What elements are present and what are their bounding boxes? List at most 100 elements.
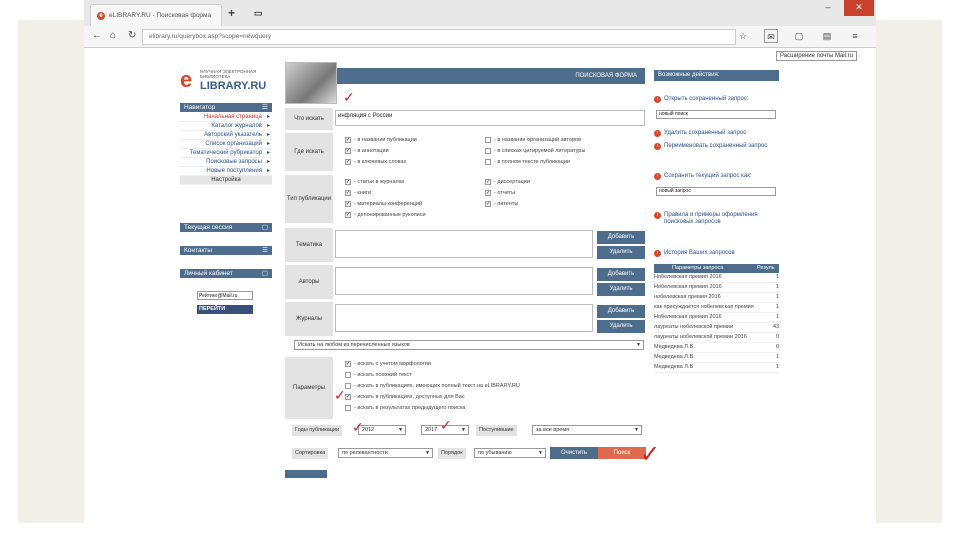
nav-item[interactable]: Настройка — [180, 176, 272, 185]
subject-delete-button[interactable]: Удалить — [597, 246, 645, 259]
rating-counter[interactable]: Рейтинг@Mail.ru — [197, 291, 253, 300]
checkbox-icon[interactable] — [485, 148, 491, 154]
bookmark-star-icon[interactable]: ☆ — [736, 29, 750, 43]
year-from-select[interactable]: 2012 ▼ — [358, 425, 406, 435]
menu-list-icon[interactable]: ☰ — [262, 103, 268, 112]
journals-add-button[interactable]: Добавить — [597, 305, 645, 318]
history-row[interactable]: Нобелевская премия 2016 1 — [654, 273, 779, 283]
checkbox-option[interactable]: ✓ - книги — [345, 190, 371, 196]
checkbox-checked-icon[interactable]: ✓ — [485, 190, 491, 196]
session-collapse-icon[interactable]: ▢ — [262, 223, 268, 232]
sort-select[interactable]: по релевантности ▼ — [338, 448, 433, 458]
nav-item[interactable]: Авторский указатель ▸ — [180, 131, 272, 140]
checkbox-option[interactable]: ✓ - статьи в журналах — [345, 179, 405, 185]
minimize-icon[interactable]: – — [816, 0, 840, 16]
tab-list-icon[interactable]: ▭ — [254, 8, 263, 19]
checkbox-option[interactable]: - в полном тексте публикации — [485, 159, 570, 165]
checkbox-icon[interactable] — [345, 372, 351, 378]
history-row[interactable]: Медведева Л.В 1 — [654, 353, 779, 363]
login-collapse-icon[interactable]: ▢ — [262, 269, 268, 278]
checkbox-checked-icon[interactable]: ✓ — [485, 201, 491, 207]
checkbox-option[interactable]: - искать похожий текст — [345, 372, 412, 378]
checkbox-option[interactable]: - в названии организаций авторов — [485, 137, 581, 143]
mail-counter[interactable]: ПЕРЕЙТИ — [197, 305, 253, 314]
checkbox-checked-icon[interactable]: ✓ — [485, 179, 491, 185]
checkbox-option[interactable]: ✓ - искать с учетом морфологии — [345, 361, 431, 367]
delete-saved-action[interactable]: › Удалить сохраненный запрос — [654, 130, 778, 137]
chat-icon[interactable]: ▢ — [792, 29, 806, 43]
clear-button[interactable]: Очистить — [550, 447, 598, 459]
history-row[interactable]: лауреаты нобелевской премии 43 — [654, 323, 779, 333]
new-tab-icon[interactable]: + — [228, 6, 235, 20]
authors-delete-button[interactable]: Удалить — [597, 283, 645, 296]
checkbox-checked-icon[interactable]: ✓ — [345, 361, 351, 367]
checkbox-option[interactable]: ✓ - депонированные рукописи — [345, 212, 426, 218]
nav-item[interactable]: Поисковые запросы ▸ — [180, 158, 272, 167]
history-row[interactable]: Медведева Л.В 0 — [654, 343, 779, 353]
subject-list[interactable] — [335, 230, 593, 258]
checkbox-option[interactable]: ✓ - диссертации — [485, 179, 530, 185]
checkbox-icon[interactable] — [485, 159, 491, 165]
history-row[interactable]: Нобелевская премия 2016 1 — [654, 283, 779, 293]
reload-icon[interactable]: ↻ — [128, 30, 136, 41]
checkbox-option[interactable]: ✓ - отчеты — [485, 190, 515, 196]
save-query-action[interactable]: › Сохранить текущий запрос как: — [654, 173, 778, 180]
checkbox-checked-icon[interactable]: ✓ — [345, 394, 351, 400]
open-saved-action[interactable]: › Открыть сохраненный запрос: — [654, 96, 778, 103]
mail-extension-icon[interactable]: ✉ — [764, 29, 778, 43]
session-block[interactable]: Текущая сессия ▢ — [180, 223, 272, 232]
checkbox-checked-icon[interactable]: ✓ — [345, 179, 351, 185]
nav-item[interactable]: Каталог журналов ▸ — [180, 122, 272, 131]
checkbox-option[interactable]: - в списках цитируемой литературы — [485, 148, 585, 154]
search-button[interactable]: Поиск — [598, 447, 646, 459]
checkbox-option[interactable]: - искать в результатах предыдущего поиск… — [345, 405, 465, 411]
checkbox-option[interactable]: ✓ - патенты — [485, 201, 518, 207]
back-icon[interactable]: ← — [92, 30, 102, 41]
nav-item[interactable]: Список организаций ▸ — [180, 140, 272, 149]
checkbox-checked-icon[interactable]: ✓ — [345, 190, 351, 196]
checkbox-icon[interactable] — [345, 383, 351, 389]
history-row[interactable]: лауреаты нобелевской премии 2016 0 — [654, 333, 779, 343]
checkbox-icon[interactable] — [485, 137, 491, 143]
home-icon[interactable]: ⌂ — [110, 30, 116, 41]
rename-saved-action[interactable]: › Переименовать сохраненный запрос — [654, 143, 778, 150]
nav-item[interactable]: Новые поступления ▸ — [180, 167, 272, 176]
history-row[interactable]: Нобелевская премия 2016 1 — [654, 313, 779, 323]
close-window-icon[interactable]: ✕ — [844, 0, 874, 16]
checkbox-checked-icon[interactable]: ✓ — [345, 137, 351, 143]
url-input[interactable]: elibrary.ru/querybox.asp?scope=newquery — [142, 29, 736, 45]
authors-add-button[interactable]: Добавить — [597, 268, 645, 281]
subject-add-button[interactable]: Добавить — [597, 231, 645, 244]
query-input[interactable]: инфляция с России — [335, 110, 645, 126]
checkbox-checked-icon[interactable]: ✓ — [345, 212, 351, 218]
checkbox-option[interactable]: ✓ - искать в публикациях, доступных для В… — [345, 394, 465, 400]
history-action[interactable]: › История Ваших запросов — [654, 250, 778, 257]
received-select[interactable]: за все время ▼ — [532, 425, 642, 435]
history-row[interactable]: нобелевская премия 2016 1 — [654, 293, 779, 303]
order-select[interactable]: по убыванию ▼ — [474, 448, 546, 458]
login-block[interactable]: Личный кабинет ▢ — [180, 269, 272, 278]
nav-item[interactable]: Тематический рубрикатор ▸ — [180, 149, 272, 158]
browser-tab[interactable]: e eLIBRARY.RU - Поисковая форма — [90, 4, 222, 26]
checkbox-option[interactable]: ✓ - в названии публикации — [345, 137, 417, 143]
checkbox-icon[interactable] — [345, 405, 351, 411]
save-as-select[interactable]: новый запрос — [656, 187, 776, 196]
journals-list[interactable] — [335, 304, 593, 332]
history-row[interactable]: Медведева Л.В 1 — [654, 363, 779, 373]
menu-icon[interactable]: ≡ — [848, 29, 862, 43]
rules-action[interactable]: i Правила и примеры оформления поисковых … — [654, 212, 778, 226]
contacts-block[interactable]: Контакты ☰ — [180, 246, 272, 255]
contacts-list-icon[interactable]: ☰ — [262, 246, 268, 255]
history-row[interactable]: как присуждается нобелевская премия 1 — [654, 303, 779, 313]
checkbox-option[interactable]: ✓ - в аннотации — [345, 148, 389, 154]
checkbox-option[interactable]: ✓ - материалы конференций — [345, 201, 422, 207]
authors-list[interactable] — [335, 267, 593, 295]
journals-delete-button[interactable]: Удалить — [597, 320, 645, 333]
saved-query-select[interactable]: новый поиск — [656, 110, 776, 119]
checkbox-option[interactable]: - искать в публикациях, имеющих полный т… — [345, 383, 520, 389]
checkbox-checked-icon[interactable]: ✓ — [345, 201, 351, 207]
checkbox-checked-icon[interactable]: ✓ — [345, 148, 351, 154]
reader-icon[interactable]: ▤ — [820, 29, 834, 43]
checkbox-option[interactable]: ✓ - в ключевых словах — [345, 159, 406, 165]
site-logo[interactable]: e НАУЧНАЯ ЭЛЕКТРОННАЯ БИБЛИОТЕКА LIBRARY… — [180, 68, 276, 94]
